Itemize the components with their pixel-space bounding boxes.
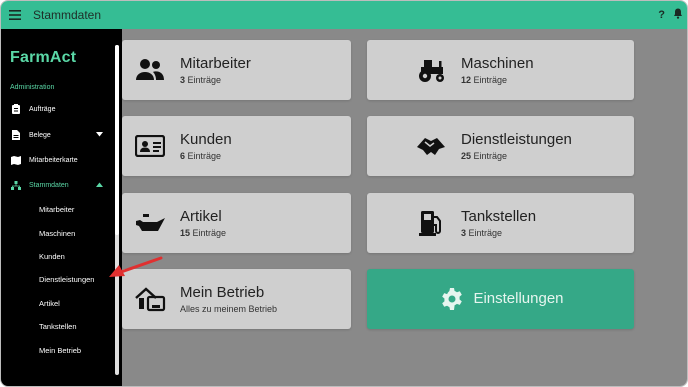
card-maschinen[interactable]: Maschinen 12 Einträge	[367, 40, 634, 100]
card-title: Mein Betrieb	[180, 284, 265, 301]
oil-can-icon	[126, 199, 174, 247]
app-window: Stammdaten ? Mitarbeiter 3 Einträge Masc…	[0, 0, 688, 387]
id-card-icon	[126, 122, 174, 170]
sidebar: FarmAct Administration Aufträge Belege M…	[1, 29, 122, 386]
card-title: Kunden	[180, 131, 232, 148]
annotation-arrow	[109, 256, 163, 277]
card-artikel[interactable]: Artikel 15 Einträge	[122, 193, 351, 253]
sidebar-subitem-mein-betrieb[interactable]: Mein Betrieb	[39, 346, 81, 355]
card-subtitle: 3 Einträge	[180, 75, 222, 85]
farm-icon	[126, 275, 174, 323]
handshake-icon	[407, 122, 455, 170]
hamburger-menu-icon[interactable]	[1, 1, 29, 29]
card-title: Maschinen	[461, 55, 534, 72]
card-title: Dienstleistungen	[461, 131, 572, 148]
sidebar-item-label: Aufträge	[29, 105, 56, 113]
page-title: Stammdaten	[33, 8, 102, 22]
hierarchy-icon	[9, 178, 23, 192]
app-logo: FarmAct	[10, 49, 77, 66]
sidebar-subitem-tankstellen[interactable]: Tankstellen	[39, 322, 77, 331]
people-icon	[126, 46, 174, 94]
top-app-bar: Stammdaten ?	[1, 1, 687, 29]
card-title: Tankstellen	[461, 208, 537, 225]
sidebar-item-label: Belege	[29, 131, 51, 139]
sidebar-item-label: Stammdaten	[29, 181, 69, 189]
card-subtitle: 15 Einträge	[180, 228, 227, 238]
sidebar-item-label: Mitarbeiterkarte	[29, 156, 78, 164]
chevron-up-icon	[96, 182, 103, 189]
tractor-icon	[407, 46, 455, 94]
card-title: Mitarbeiter	[180, 55, 251, 72]
card-kunden[interactable]: Kunden 6 Einträge	[122, 116, 351, 176]
sidebar-section-label: Administration	[10, 84, 55, 91]
sidebar-subitem-dienstleistungen[interactable]: Dienstleistungen	[39, 275, 94, 284]
document-icon	[9, 128, 23, 142]
sidebar-item-mitarbeiterkarte[interactable]: Mitarbeiterkarte	[1, 150, 113, 170]
gas-pump-icon	[407, 199, 455, 247]
card-title: Artikel	[180, 208, 222, 225]
gear-icon	[437, 275, 467, 323]
sidebar-item-stammdaten[interactable]: Stammdaten	[1, 175, 113, 195]
card-mitarbeiter[interactable]: Mitarbeiter 3 Einträge	[122, 40, 351, 100]
sidebar-subitem-maschinen[interactable]: Maschinen	[39, 229, 75, 238]
sidebar-item-auftraege[interactable]: Aufträge	[1, 99, 113, 119]
sidebar-subitem-artikel[interactable]: Artikel	[39, 299, 60, 308]
map-icon	[9, 153, 23, 167]
card-einstellungen[interactable]: Einstellungen	[367, 269, 634, 329]
card-dienstleistungen[interactable]: Dienstleistungen 25 Einträge	[367, 116, 634, 176]
card-subtitle: Alles zu meinem Betrieb	[180, 304, 278, 314]
sidebar-subitem-kunden[interactable]: Kunden	[39, 252, 65, 261]
card-subtitle: 6 Einträge	[180, 151, 222, 161]
sidebar-scrollbar[interactable]	[115, 45, 119, 375]
notification-bell-icon[interactable]	[673, 6, 683, 24]
sidebar-item-belege[interactable]: Belege	[1, 125, 113, 145]
card-subtitle: 25 Einträge	[461, 151, 508, 161]
clipboard-icon	[9, 102, 23, 116]
scrollbar-thumb[interactable]	[115, 45, 119, 235]
card-subtitle: 3 Einträge	[461, 228, 503, 238]
card-title: Einstellungen	[473, 290, 564, 307]
chevron-down-icon	[96, 131, 103, 139]
help-button[interactable]: ?	[658, 9, 665, 21]
card-tankstellen[interactable]: Tankstellen 3 Einträge	[367, 193, 634, 253]
card-subtitle: 12 Einträge	[461, 75, 508, 85]
sidebar-subitem-mitarbeiter[interactable]: Mitarbeiter	[39, 205, 74, 214]
